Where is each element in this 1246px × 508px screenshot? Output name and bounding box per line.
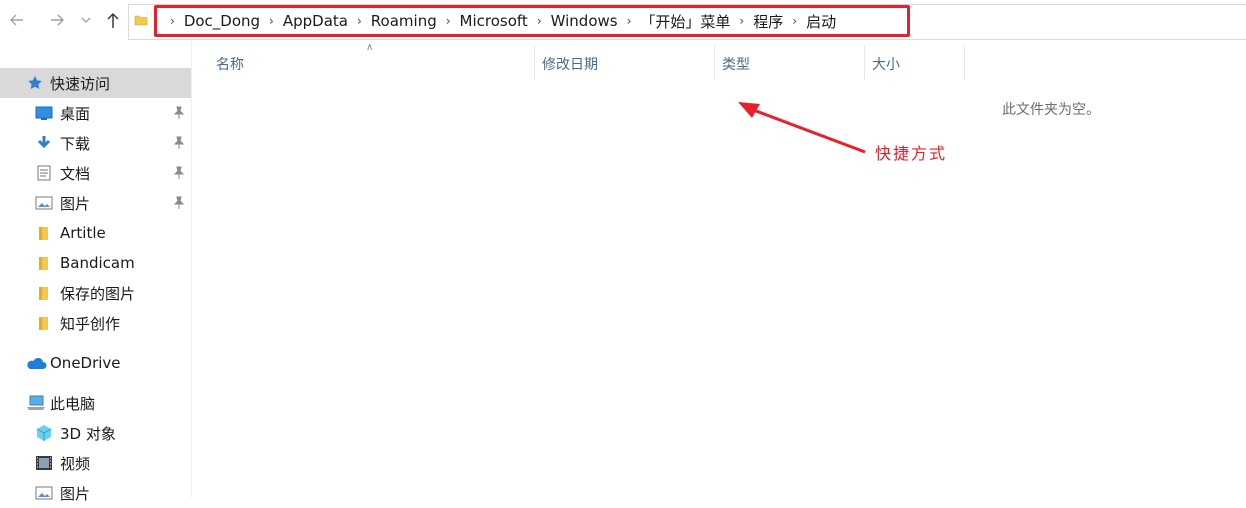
column-divider[interactable] xyxy=(714,46,715,80)
arrow-up-icon xyxy=(107,12,119,28)
sort-ascending-icon: ∧ xyxy=(366,42,374,53)
sidebar-item-zhihu[interactable]: 知乎创作 xyxy=(0,308,191,338)
computer-icon xyxy=(26,395,46,411)
sidebar-item-label: 视频 xyxy=(60,454,91,473)
breadcrumb: › Doc_Dong › AppData › Roaming › Microso… xyxy=(157,11,836,32)
chevron-right-icon[interactable]: › xyxy=(170,14,175,28)
column-header-date-modified[interactable]: 修改日期 xyxy=(542,54,598,74)
chevron-right-icon[interactable]: › xyxy=(269,14,274,28)
breadcrumb-item[interactable]: 程序 xyxy=(753,11,783,32)
sidebar-item-3d-objects[interactable]: 3D 对象 xyxy=(0,418,191,448)
sidebar-item-label: OneDrive xyxy=(50,354,121,372)
sidebar-item-videos[interactable]: 视频 xyxy=(0,448,191,478)
recent-locations-button[interactable] xyxy=(78,8,94,32)
sidebar-item-this-pc[interactable]: 此电脑 xyxy=(0,388,191,418)
chevron-right-icon[interactable]: › xyxy=(537,14,542,28)
sidebar-item-label: 文档 xyxy=(60,164,91,183)
column-header-size[interactable]: 大小 xyxy=(872,54,900,74)
chevron-right-icon[interactable]: › xyxy=(446,14,451,28)
cube-icon xyxy=(35,425,53,441)
sidebar-item-saved-pictures[interactable]: 保存的图片 xyxy=(0,278,191,308)
folder-icon xyxy=(35,225,53,241)
sidebar-item-label: Bandicam xyxy=(60,254,135,272)
pictures-icon xyxy=(35,195,53,211)
annotation-arrow xyxy=(738,102,866,154)
breadcrumb-item[interactable]: AppData xyxy=(283,12,348,30)
empty-folder-message: 此文件夹为空。 xyxy=(1002,102,1100,118)
column-divider[interactable] xyxy=(864,46,865,80)
column-divider[interactable] xyxy=(534,46,535,80)
column-divider[interactable] xyxy=(964,46,965,80)
sidebar-item-onedrive[interactable]: OneDrive xyxy=(0,348,191,378)
chevron-right-icon[interactable]: › xyxy=(792,14,797,28)
sidebar-item-downloads[interactable]: 下载 xyxy=(0,128,191,158)
chevron-right-icon[interactable]: › xyxy=(357,14,362,28)
sidebar-item-label: 3D 对象 xyxy=(60,424,116,443)
column-header-type[interactable]: 类型 xyxy=(722,54,750,74)
pin-icon[interactable] xyxy=(173,196,185,210)
column-header-name[interactable]: 名称 xyxy=(216,54,244,74)
pin-icon[interactable] xyxy=(173,136,185,150)
sidebar-item-label: 保存的图片 xyxy=(60,284,136,303)
folder-icon xyxy=(35,285,53,301)
sidebar-item-label: 快速访问 xyxy=(50,74,111,93)
sidebar-item-label: 图片 xyxy=(60,194,91,213)
arrow-right-icon xyxy=(51,14,64,26)
address-highlight-box: › Doc_Dong › AppData › Roaming › Microso… xyxy=(154,5,910,37)
sidebar-item-label: 桌面 xyxy=(60,104,91,123)
annotation-label: 快捷方式 xyxy=(875,144,948,163)
sidebar-item-pictures-pc[interactable]: 图片 xyxy=(0,478,191,508)
pin-icon[interactable] xyxy=(173,106,185,120)
navigation-bar: › Doc_Dong › AppData › Roaming › Microso… xyxy=(0,0,1246,40)
sidebar-item-label: 知乎创作 xyxy=(60,314,121,333)
pin-icon[interactable] xyxy=(173,166,185,180)
forward-button[interactable] xyxy=(46,8,68,32)
download-icon xyxy=(35,135,53,151)
sidebar-item-documents[interactable]: 文档 xyxy=(0,158,191,188)
document-icon xyxy=(35,165,53,181)
breadcrumb-item[interactable]: Windows xyxy=(551,12,618,30)
folder-icon xyxy=(35,315,53,331)
navigation-pane: 快速访问 桌面 下载 文档 图片 Artitle Bandicam 保存的图片 … xyxy=(0,40,191,503)
breadcrumb-item[interactable]: Doc_Dong xyxy=(184,12,260,30)
breadcrumb-item[interactable]: Microsoft xyxy=(460,12,528,30)
arrow-left-icon xyxy=(10,14,23,26)
sidebar-item-desktop[interactable]: 桌面 xyxy=(0,98,191,128)
sidebar-item-label: Artitle xyxy=(60,224,106,242)
folder-icon xyxy=(134,13,148,27)
pictures-icon xyxy=(35,485,53,501)
folder-icon xyxy=(35,255,53,271)
star-icon xyxy=(26,75,44,91)
chevron-down-icon xyxy=(81,17,91,23)
up-button[interactable] xyxy=(102,8,124,32)
chevron-right-icon[interactable]: › xyxy=(739,14,744,28)
sidebar-item-quick-access[interactable]: 快速访问 xyxy=(0,68,191,98)
sidebar-item-label: 此电脑 xyxy=(50,394,96,413)
cloud-icon xyxy=(25,355,47,371)
breadcrumb-item[interactable]: 「开始」菜单 xyxy=(640,11,730,32)
breadcrumb-item[interactable]: Roaming xyxy=(371,12,437,30)
sidebar-item-bandicam[interactable]: Bandicam xyxy=(0,248,191,278)
chevron-right-icon[interactable]: › xyxy=(627,14,632,28)
sidebar-item-artitle[interactable]: Artitle xyxy=(0,218,191,248)
sidebar-item-label: 下载 xyxy=(60,134,91,153)
back-button[interactable] xyxy=(6,8,28,32)
breadcrumb-item[interactable]: 启动 xyxy=(806,11,836,32)
sidebar-item-pictures[interactable]: 图片 xyxy=(0,188,191,218)
sidebar-item-label: 图片 xyxy=(60,484,91,503)
video-icon xyxy=(35,455,53,471)
desktop-icon xyxy=(35,105,53,121)
